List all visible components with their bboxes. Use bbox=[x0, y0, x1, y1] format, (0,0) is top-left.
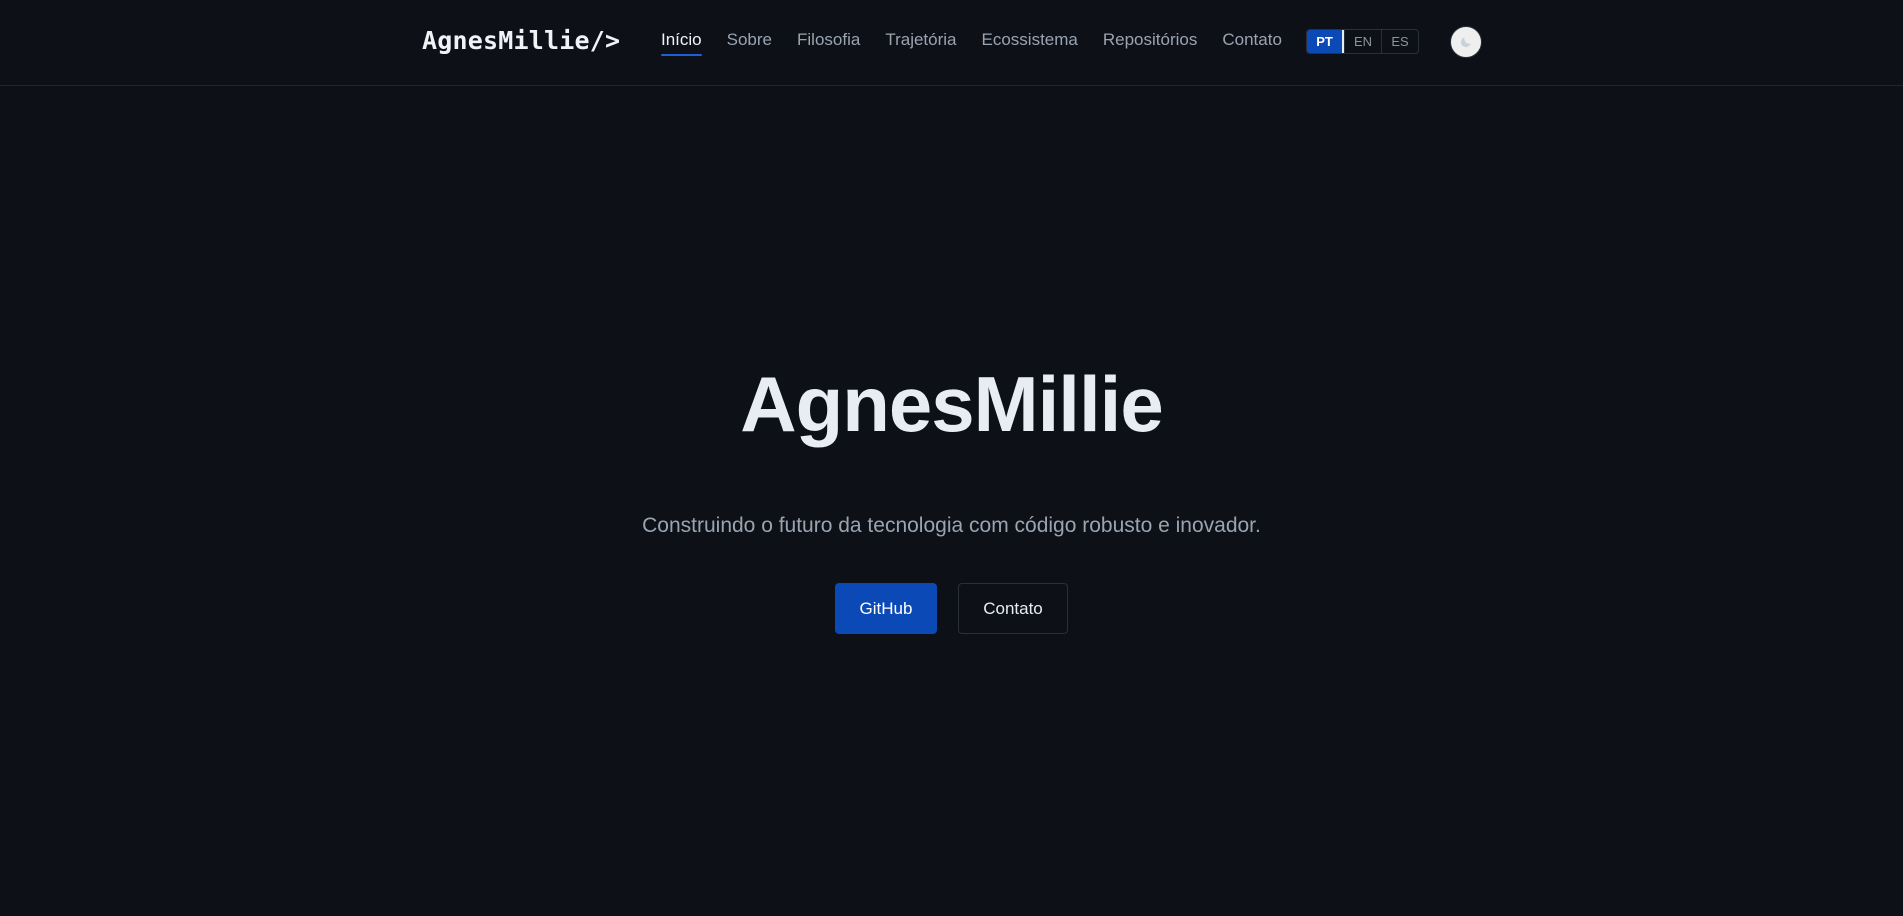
nav-item-repositorios[interactable]: Repositórios bbox=[1103, 30, 1198, 56]
github-button[interactable]: GitHub bbox=[835, 583, 937, 634]
language-button-en[interactable]: EN bbox=[1344, 30, 1381, 53]
language-switcher: PT EN ES bbox=[1306, 29, 1419, 54]
logo-text: AgnesMillie bbox=[422, 26, 590, 55]
nav-item-ecossistema[interactable]: Ecossistema bbox=[982, 30, 1078, 56]
theme-toggle-button[interactable] bbox=[1450, 26, 1482, 58]
moon-icon bbox=[1460, 37, 1471, 48]
top-navigation-bar: AgnesMillie/> Início Sobre Filosofia Tra… bbox=[0, 0, 1903, 86]
hero-subtitle: Construindo o futuro da tecnologia com c… bbox=[642, 514, 1261, 537]
hero-actions: GitHub Contato bbox=[0, 583, 1903, 634]
language-button-pt[interactable]: PT bbox=[1307, 30, 1344, 53]
nav-item-trajetoria[interactable]: Trajetória bbox=[885, 30, 956, 56]
main-nav: Início Sobre Filosofia Trajetória Ecossi… bbox=[661, 30, 1307, 56]
logo-code-symbol: /> bbox=[589, 26, 621, 55]
hero-section: AgnesMillie Construindo o futuro da tecn… bbox=[0, 87, 1903, 916]
language-button-es[interactable]: ES bbox=[1381, 30, 1418, 53]
nav-item-sobre[interactable]: Sobre bbox=[727, 30, 772, 56]
nav-item-inicio[interactable]: Início bbox=[661, 30, 702, 56]
nav-item-filosofia[interactable]: Filosofia bbox=[797, 30, 860, 56]
contact-button[interactable]: Contato bbox=[958, 583, 1068, 634]
hero-title: AgnesMillie bbox=[740, 360, 1163, 448]
nav-item-contato[interactable]: Contato bbox=[1222, 30, 1282, 56]
site-logo[interactable]: AgnesMillie/> bbox=[422, 26, 620, 55]
